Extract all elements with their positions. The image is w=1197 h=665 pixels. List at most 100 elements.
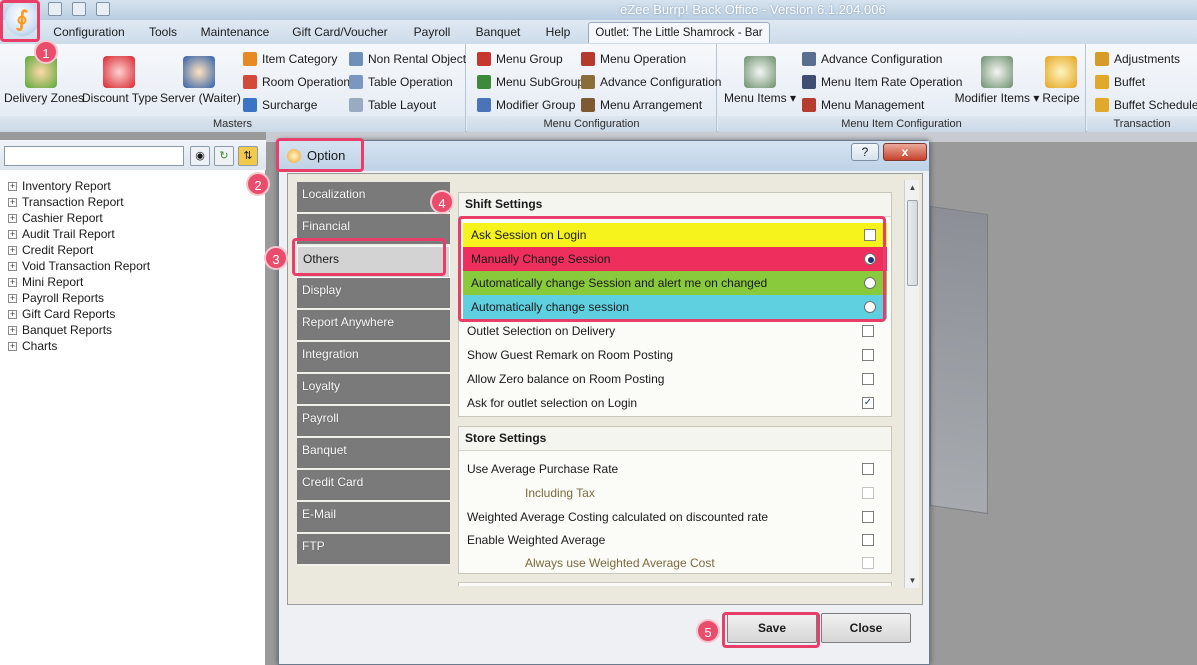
scroll-up-icon[interactable]: ▲ [905, 180, 920, 195]
binoculars-icon[interactable]: ◉ [190, 146, 210, 166]
scroll-thumb[interactable] [907, 200, 918, 286]
expand-icon[interactable]: + [8, 198, 17, 208]
nav-item-report-anywhere[interactable]: Report Anywhere [297, 310, 450, 342]
store-option-weighted-average-costing-calculated-on-discounted-rate[interactable]: Weighted Average Costing calculated on d… [467, 505, 885, 529]
expand-icon[interactable]: + [8, 278, 17, 288]
expand-icon[interactable]: + [8, 182, 17, 192]
modifier-group-button[interactable]: Modifier Group [477, 96, 575, 114]
save-button[interactable]: Save [727, 613, 817, 643]
tab-maintenance[interactable]: Maintenance [196, 22, 274, 43]
checkbox[interactable] [862, 463, 874, 475]
tree-item-payroll-reports[interactable]: + Payroll Reports [8, 290, 150, 306]
shift-option-automatically-change-session[interactable]: Automatically change session [463, 295, 887, 319]
expand-icon[interactable]: + [8, 294, 17, 304]
shift-option-manually-change-session[interactable]: Manually Change Session [463, 247, 887, 271]
expand-icon[interactable]: + [8, 262, 17, 272]
menu-management-button[interactable]: Menu Management [802, 96, 924, 114]
nav-item-others[interactable]: Others [297, 246, 450, 278]
delivery-zones-button[interactable]: Delivery Zones [4, 56, 84, 105]
nav-item-localization[interactable]: Localization [297, 182, 450, 214]
tree-item-cashier-report[interactable]: + Cashier Report [8, 210, 150, 226]
shift-option-outlet-selection-on-delivery[interactable]: Outlet Selection on Delivery [467, 319, 885, 343]
menu-items-button[interactable]: Menu Items ▾ [722, 56, 798, 105]
close-button[interactable]: Close [821, 613, 911, 643]
menu-operation-button[interactable]: Menu Operation [581, 50, 686, 68]
help-button[interactable]: ? [851, 143, 879, 161]
nav-item-financial[interactable]: Financial [297, 214, 450, 246]
server-waiter-button[interactable]: Server (Waiter) [160, 56, 241, 105]
tree-item-banquet-reports[interactable]: + Banquet Reports [8, 322, 150, 338]
advance-configuration-item-button[interactable]: Advance Configuration [802, 50, 942, 68]
expand-icon[interactable]: + [8, 230, 17, 240]
nav-item-display[interactable]: Display [297, 278, 450, 310]
quick-access-icon[interactable] [96, 2, 110, 16]
store-option-including-tax[interactable]: Including Tax [467, 481, 885, 505]
tab-outlet[interactable]: Outlet: The Little Shamrock - Bar [588, 22, 770, 43]
checkbox[interactable] [862, 487, 874, 499]
store-option-always-use-weighted-average-cost[interactable]: Always use Weighted Average Cost [467, 551, 885, 575]
app-menu-button[interactable]: ∮ [5, 2, 39, 36]
menu-group-button[interactable]: Menu Group [477, 50, 563, 68]
tab-help[interactable]: Help [538, 22, 578, 43]
expand-icon[interactable]: + [8, 310, 17, 320]
tree-item-mini-report[interactable]: + Mini Report [8, 274, 150, 290]
tree-item-void-transaction-report[interactable]: + Void Transaction Report [8, 258, 150, 274]
shift-option-automatically-change-session-and-alert-me-on-changed[interactable]: Automatically change Session and alert m… [463, 271, 887, 295]
nav-item-e-mail[interactable]: E-Mail [297, 502, 450, 534]
sidebar-search-input[interactable] [4, 146, 184, 166]
nav-item-integration[interactable]: Integration [297, 342, 450, 374]
item-category-button[interactable]: Item Category [243, 50, 337, 68]
non-rental-object-button[interactable]: Non Rental Object [349, 50, 466, 68]
tab-banquet[interactable]: Banquet [468, 22, 528, 43]
nav-item-loyalty[interactable]: Loyalty [297, 374, 450, 406]
checkbox[interactable]: ✓ [862, 397, 874, 409]
surcharge-button[interactable]: Surcharge [243, 96, 317, 114]
options-scrollbar[interactable]: ▲ ▼ [904, 180, 919, 588]
tab-tools[interactable]: Tools [140, 22, 186, 43]
dialog-close-button[interactable]: x [883, 143, 927, 161]
quick-access-icon[interactable] [48, 2, 62, 16]
store-option-use-average-purchase-rate[interactable]: Use Average Purchase Rate [467, 457, 885, 481]
buffet-button[interactable]: Buffet [1095, 73, 1145, 91]
menu-subgroup-button[interactable]: Menu SubGroup [477, 73, 584, 91]
checkbox[interactable] [862, 349, 874, 361]
nav-item-banquet[interactable]: Banquet [297, 438, 450, 470]
shift-option-ask-for-outlet-selection-on-login[interactable]: Ask for outlet selection on Login ✓ [467, 391, 885, 415]
nav-item-payroll[interactable]: Payroll [297, 406, 450, 438]
sort-icon[interactable]: ⇅ [238, 146, 258, 166]
checkbox[interactable] [862, 534, 874, 546]
checkbox[interactable] [862, 325, 874, 337]
expand-icon[interactable]: + [8, 214, 17, 224]
menu-item-rate-operation-button[interactable]: Menu Item Rate Operation [802, 73, 962, 91]
expand-icon[interactable]: + [8, 326, 17, 336]
shift-option-show-guest-remark-on-room-posting[interactable]: Show Guest Remark on Room Posting [467, 343, 885, 367]
adjustments-button[interactable]: Adjustments [1095, 50, 1180, 68]
tab-configuration[interactable]: Configuration [46, 22, 132, 43]
scroll-down-icon[interactable]: ▼ [905, 573, 920, 588]
table-layout-button[interactable]: Table Layout [349, 96, 436, 114]
expand-icon[interactable]: + [8, 246, 17, 256]
tree-item-transaction-report[interactable]: + Transaction Report [8, 194, 150, 210]
tree-item-inventory-report[interactable]: + Inventory Report [8, 178, 150, 194]
tree-item-credit-report[interactable]: + Credit Report [8, 242, 150, 258]
modifier-items-button[interactable]: Modifier Items ▾ [954, 56, 1040, 105]
shift-option-allow-zero-balance-on-room-posting[interactable]: Allow Zero balance on Room Posting [467, 367, 885, 391]
buffet-schedule-button[interactable]: Buffet Schedule [1095, 96, 1197, 114]
checkbox[interactable] [862, 557, 874, 569]
tree-item-gift-card-reports[interactable]: + Gift Card Reports [8, 306, 150, 322]
radio-button[interactable] [864, 277, 876, 289]
nav-item-ftp[interactable]: FTP [297, 534, 450, 566]
shift-option-ask-session-on-login[interactable]: Ask Session on Login [463, 223, 887, 247]
radio-button[interactable] [864, 301, 876, 313]
radio-button[interactable] [864, 253, 876, 265]
advance-configuration-button[interactable]: Advance Configuration [581, 73, 721, 91]
room-operation-button[interactable]: Room Operation [243, 73, 350, 91]
menu-arrangement-button[interactable]: Menu Arrangement [581, 96, 702, 114]
tree-item-charts[interactable]: + Charts [8, 338, 150, 354]
expand-icon[interactable]: + [8, 342, 17, 352]
tab-gift-card-voucher[interactable]: Gift Card/Voucher [284, 22, 396, 43]
tree-item-audit-trail-report[interactable]: + Audit Trail Report [8, 226, 150, 242]
refresh-icon[interactable]: ↻ [214, 146, 234, 166]
checkbox[interactable] [864, 229, 876, 241]
nav-item-credit-card[interactable]: Credit Card [297, 470, 450, 502]
